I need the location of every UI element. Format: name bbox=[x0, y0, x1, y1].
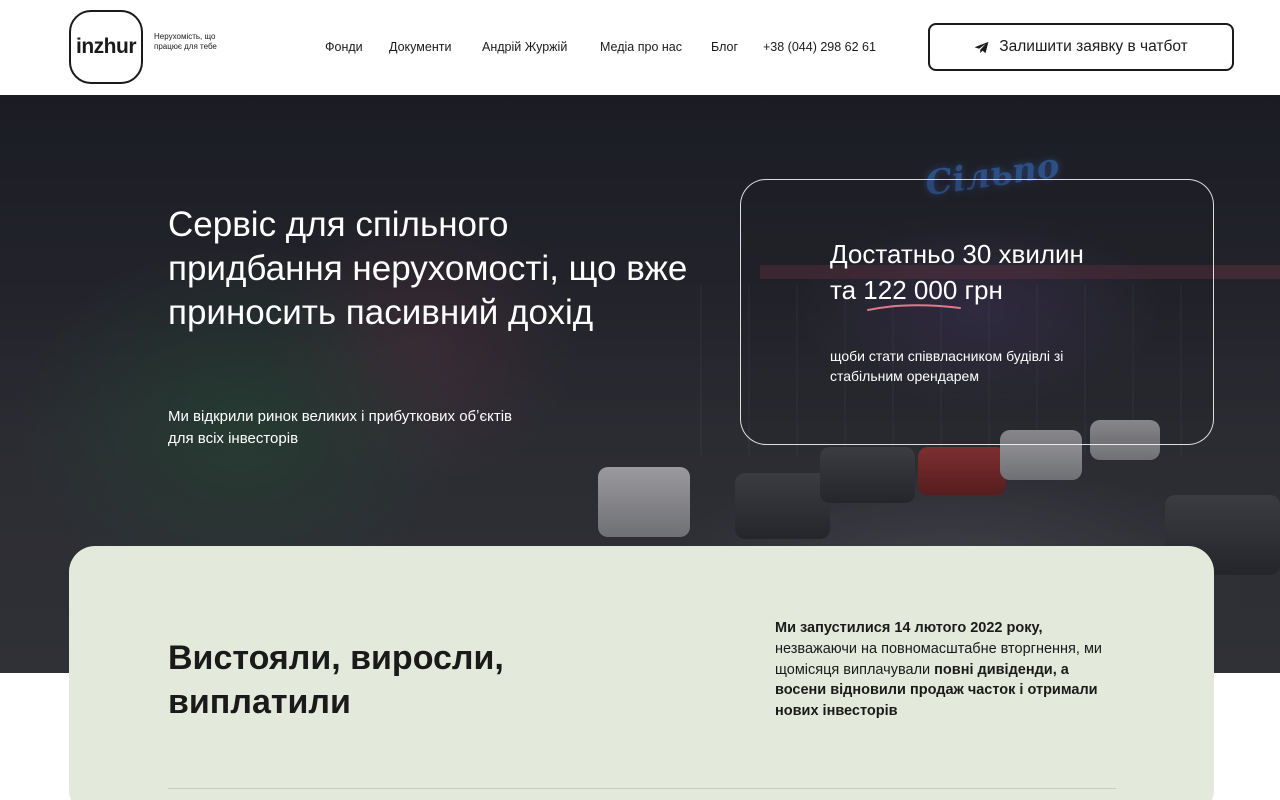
chatbot-request-label: Залишити заявку в чатбот bbox=[999, 38, 1188, 55]
nav-item-phone[interactable]: +38 (044) 298 62 61 bbox=[763, 40, 876, 54]
card-heading-line1: Достатньо 30 хвилин bbox=[830, 239, 1084, 269]
logo-tagline: Нерухомість, що працює для тебе bbox=[154, 32, 217, 51]
investment-info-card: Достатньо 30 хвилин та 122 000 грн щоби … bbox=[740, 179, 1214, 445]
nav-item-founder[interactable]: Андрій Журжій bbox=[482, 40, 567, 54]
amount-underline-decoration bbox=[867, 304, 961, 311]
site-header: inzhur Нерухомість, що працює для тебе Ф… bbox=[0, 0, 1280, 95]
hero-title: Сервіс для спільного придбання нерухомос… bbox=[168, 205, 688, 332]
section-divider bbox=[168, 788, 1116, 789]
nav-item-media[interactable]: Медіа про нас bbox=[600, 40, 682, 54]
chatbot-request-button[interactable]: Залишити заявку в чатбот bbox=[928, 23, 1234, 71]
card-heading: Достатньо 30 хвилин та 122 000 грн bbox=[830, 236, 1170, 308]
telegram-icon bbox=[974, 41, 989, 54]
logo-text: inzhur bbox=[76, 35, 137, 58]
card-description: щоби стати співвласником будівлі зі стаб… bbox=[830, 348, 1064, 384]
results-description: Ми запустилися 14 лютого 2022 року, незв… bbox=[775, 618, 1105, 722]
results-text-bold-start: Ми запустилися 14 лютого 2022 року, bbox=[775, 620, 1043, 636]
results-title: Вистояли, виросли, виплатили bbox=[168, 639, 504, 721]
logo-link[interactable]: inzhur bbox=[69, 10, 143, 84]
hero-subtitle: Ми відкрили ринок великих і прибуткових … bbox=[168, 408, 513, 447]
nav-item-blog[interactable]: Блог bbox=[711, 40, 738, 54]
nav-item-documents[interactable]: Документи bbox=[389, 40, 451, 54]
nav-item-funds[interactable]: Фонди bbox=[325, 40, 363, 54]
results-section: Вистояли, виросли, виплатили Ми запустил… bbox=[69, 546, 1214, 800]
